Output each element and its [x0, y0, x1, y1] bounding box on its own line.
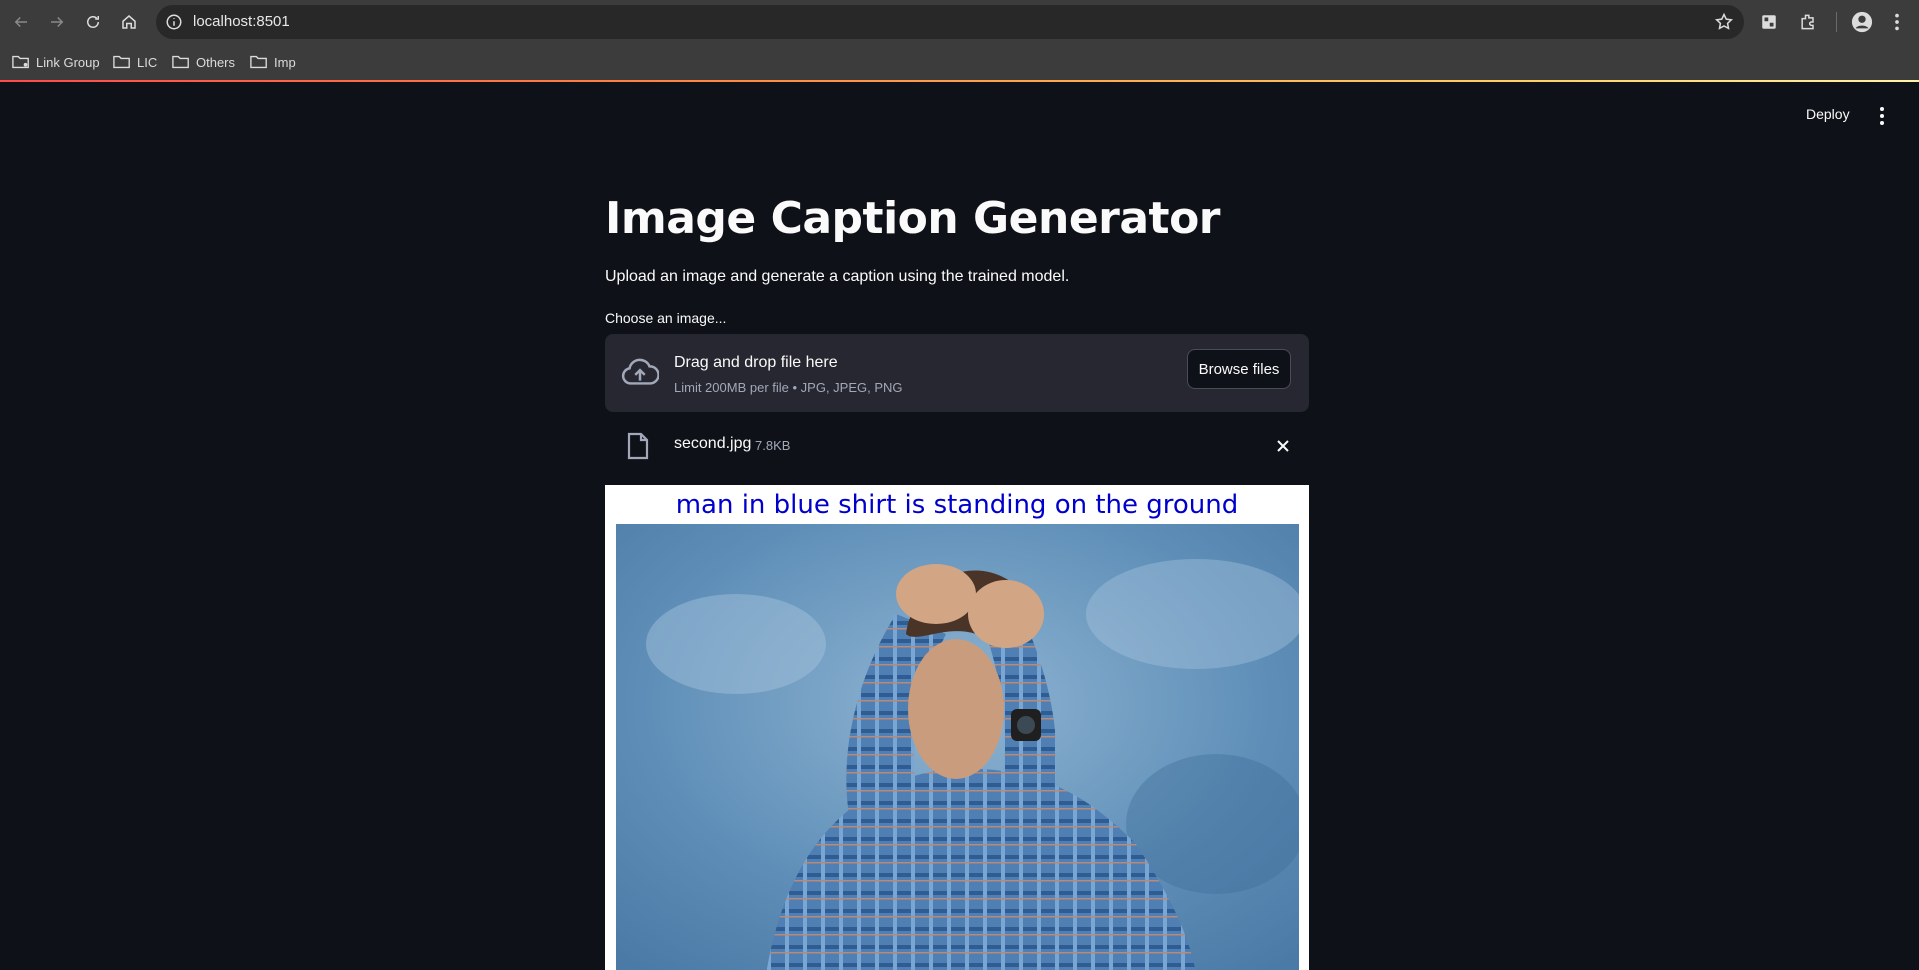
uploader-label: Choose an image... — [605, 310, 727, 326]
back-button[interactable] — [7, 8, 35, 36]
page-title: Image Caption Generator — [605, 193, 1221, 244]
address-bar[interactable]: localhost:8501 — [156, 5, 1744, 39]
home-icon — [122, 15, 136, 29]
profile-icon[interactable] — [1851, 11, 1873, 33]
folder-icon — [250, 55, 267, 69]
file-size: 7.8KB — [755, 438, 791, 453]
bookmark-others[interactable]: Others — [172, 52, 235, 72]
page-subtitle: Upload an image and generate a caption u… — [605, 268, 1070, 285]
bookmark-label: Link Group — [36, 54, 100, 70]
browser-menu-icon[interactable] — [1890, 11, 1904, 33]
uploaded-photo — [616, 524, 1299, 970]
bookmark-label: LIC — [137, 54, 158, 70]
bookmark-imp[interactable]: Imp — [250, 52, 296, 72]
photo-illustration — [616, 524, 1299, 970]
cloud-upload-icon — [621, 358, 659, 385]
folder-group-icon — [12, 55, 29, 69]
forward-icon — [51, 16, 64, 28]
bookmark-label: Imp — [274, 54, 296, 70]
kebab-menu-icon[interactable] — [1873, 104, 1891, 128]
folder-icon — [172, 55, 189, 69]
file-name: second.jpg — [674, 435, 752, 452]
caption-result-image: man in blue shirt is standing on the gro… — [605, 485, 1309, 970]
streamlit-top-decoration — [0, 80, 1919, 82]
reload-icon — [87, 16, 99, 28]
reload-button[interactable] — [79, 8, 107, 36]
browse-files-button[interactable]: Browse files — [1187, 349, 1291, 389]
bookmark-link-group[interactable]: Link Group — [12, 52, 100, 72]
back-icon — [14, 16, 27, 28]
deploy-button[interactable]: Deploy — [1806, 106, 1850, 122]
browser-toolbar: localhost:8501 — [0, 0, 1919, 44]
extension-puzzle-tile-icon[interactable] — [1760, 13, 1778, 31]
extension-icon[interactable] — [1798, 12, 1818, 32]
home-button[interactable] — [115, 8, 143, 36]
toolbar-divider — [1836, 12, 1837, 32]
bookmarks-bar: Link Group LIC Others Imp — [0, 44, 1919, 80]
close-icon[interactable] — [1273, 436, 1293, 456]
info-icon[interactable] — [165, 13, 183, 31]
file-dropzone[interactable]: Drag and drop file here Limit 200MB per … — [605, 334, 1309, 412]
bookmark-label: Others — [196, 54, 236, 70]
generated-caption: man in blue shirt is standing on the gro… — [675, 490, 1239, 520]
star-icon[interactable] — [1714, 12, 1734, 32]
file-icon — [627, 432, 649, 460]
folder-icon — [113, 55, 130, 69]
bookmark-lic[interactable]: LIC — [113, 52, 157, 72]
dropzone-title: Drag and drop file here — [674, 354, 838, 371]
uploaded-file-row: second.jpg 7.8KB — [605, 428, 1309, 464]
url-text[interactable]: localhost:8501 — [193, 13, 290, 30]
dropzone-limit: Limit 200MB per file • JPG, JPEG, PNG — [674, 380, 903, 395]
forward-button[interactable] — [43, 8, 71, 36]
